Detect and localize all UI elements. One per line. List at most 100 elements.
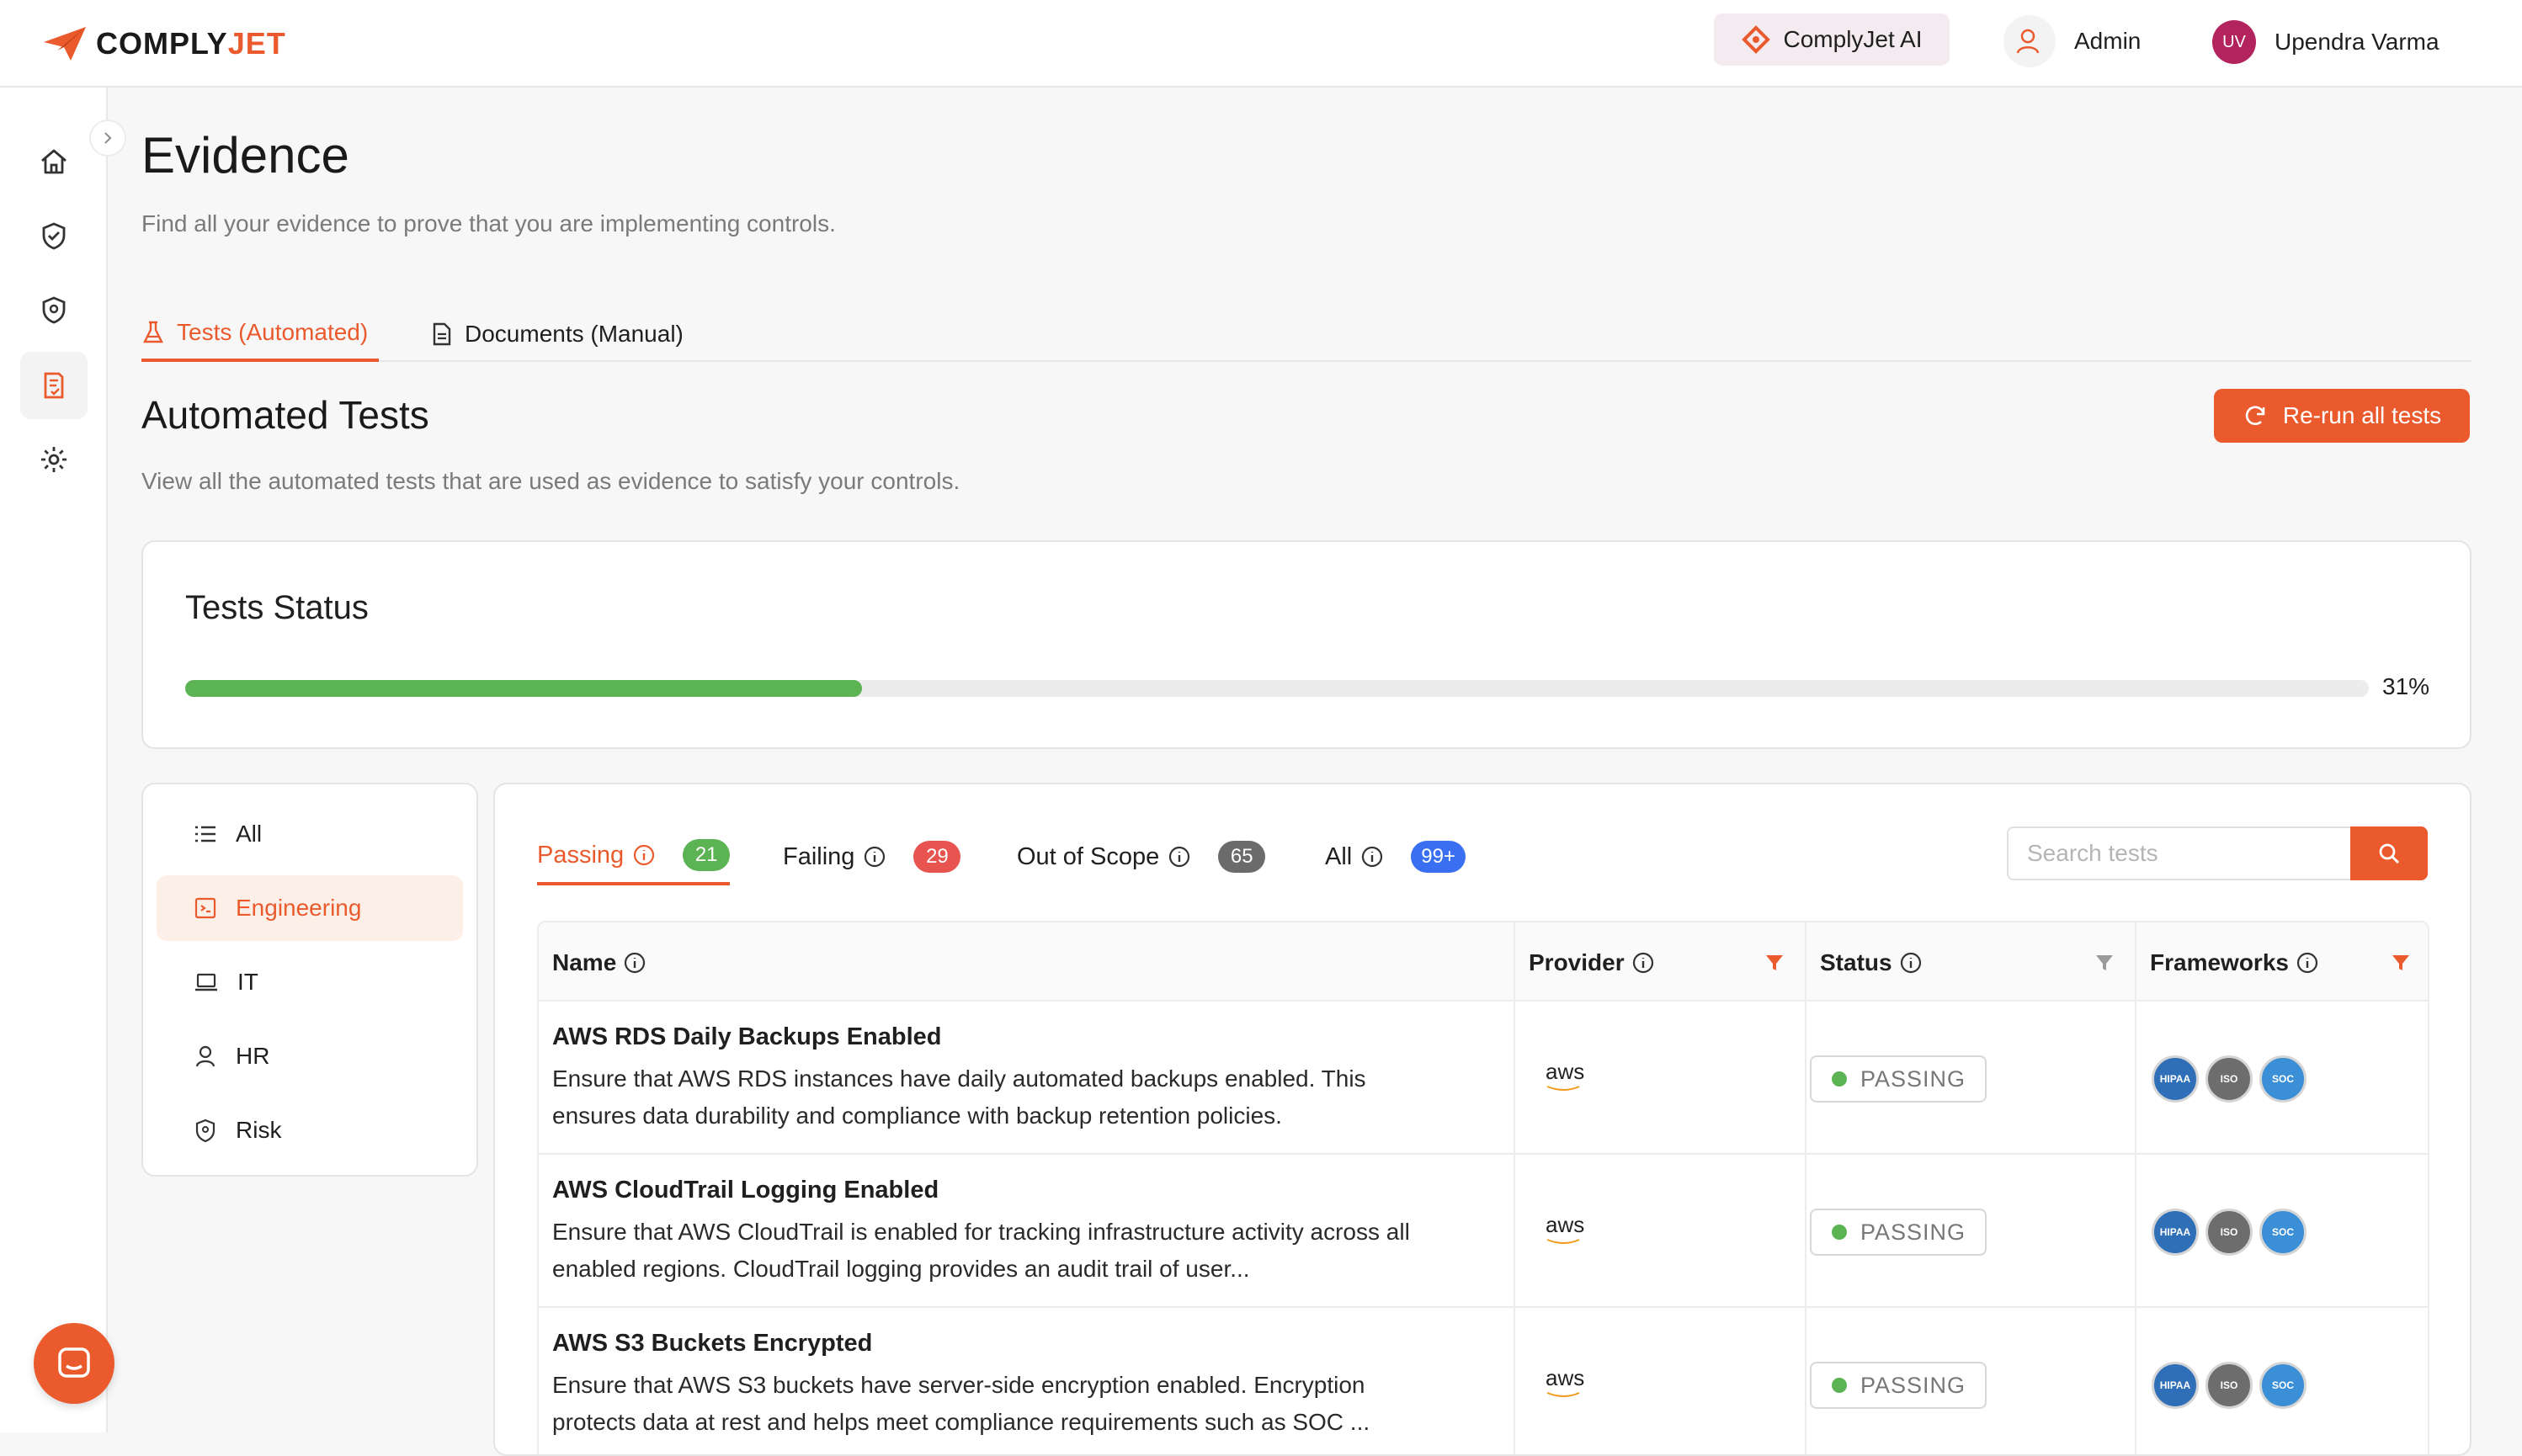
home-icon [41, 149, 67, 174]
soc-badge-icon: SOC [2259, 1362, 2307, 1409]
aws-provider-logo: aws [1546, 1212, 1584, 1245]
test-name[interactable]: AWS CloudTrail Logging Enabled [552, 1177, 939, 1204]
status-filter-icon[interactable] [2094, 953, 2115, 973]
user-menu[interactable]: UV Upendra Varma [2212, 19, 2440, 66]
category-list: All Engineering IT HR Risk [141, 783, 478, 1177]
gear-icon [41, 447, 67, 472]
iso-badge-icon: ISO [2205, 1362, 2253, 1409]
hipaa-badge-icon: HIPAA [2152, 1055, 2199, 1103]
admin-avatar [2003, 15, 2056, 67]
tests-status-title: Tests Status [185, 589, 369, 626]
rerun-all-tests-button[interactable]: Re-run all tests [2214, 389, 2470, 443]
column-frameworks[interactable]: Frameworks [2150, 922, 2319, 1003]
document-icon [433, 322, 451, 346]
table-row[interactable]: AWS RDS Daily Backups Enabled Ensure tha… [537, 1002, 2429, 1155]
iso-badge-icon: ISO [2205, 1209, 2253, 1256]
status-badge: PASSING [1810, 1055, 1987, 1103]
category-engineering[interactable]: Engineering [157, 875, 463, 941]
info-icon [625, 952, 646, 974]
sidebar-item-settings[interactable] [20, 426, 88, 493]
filter-label: All [1325, 842, 1353, 870]
search-tests-input[interactable] [2007, 826, 2354, 880]
top-bar: COMPLYJET ComplyJet AI Admin UV Upendra … [0, 0, 2522, 88]
person-icon [195, 1045, 215, 1067]
shield-check-icon [42, 222, 66, 250]
test-description: Ensure that AWS RDS instances have daily… [552, 1065, 1366, 1129]
status-badge: PASSING [1810, 1209, 1987, 1256]
admin-menu[interactable]: Admin [2003, 15, 2141, 67]
sidebar-item-home[interactable] [20, 128, 88, 195]
info-icon [1169, 846, 1190, 868]
frameworks-filter-icon[interactable] [2391, 953, 2411, 973]
user-name: Upendra Varma [2275, 29, 2440, 55]
sidebar-item-controls[interactable] [20, 202, 88, 269]
failing-count-badge: 29 [913, 841, 961, 873]
complyjet-ai-button[interactable]: ComplyJet AI [1714, 13, 1950, 66]
info-icon [2296, 952, 2318, 974]
search-icon [2379, 843, 2400, 864]
test-name[interactable]: AWS RDS Daily Backups Enabled [552, 1023, 942, 1051]
ai-button-label: ComplyJet AI [1783, 26, 1923, 52]
hipaa-badge-icon: HIPAA [2152, 1362, 2199, 1409]
filter-tab-out-of-scope[interactable]: Out of Scope 65 [1017, 828, 1266, 885]
category-label: Engineering [236, 895, 362, 921]
test-description: Ensure that AWS CloudTrail is enabled fo… [552, 1219, 1410, 1282]
info-icon [1900, 952, 1921, 974]
sidebar [0, 88, 108, 1432]
tests-status-card: Tests Status 31% [141, 540, 2471, 749]
soc-badge-icon: SOC [2259, 1209, 2307, 1256]
status-dot [1832, 1071, 1847, 1087]
aws-provider-logo: aws [1546, 1059, 1584, 1092]
chat-icon [58, 1347, 90, 1378]
laptop-icon [195, 973, 217, 991]
page-subtitle: Find all your evidence to prove that you… [141, 210, 836, 236]
category-it[interactable]: IT [157, 949, 463, 1015]
shield-icon [195, 1119, 215, 1143]
table-header: Name Provider Status Frameworks [537, 921, 2429, 1002]
provider-filter-icon[interactable] [1764, 953, 1785, 973]
status-badge: PASSING [1810, 1362, 1987, 1409]
filter-tab-passing[interactable]: Passing 21 [537, 828, 731, 885]
info-icon [1632, 952, 1653, 974]
tab-tests-automated[interactable]: Tests (Automated) [141, 306, 379, 362]
sidebar-expand-button[interactable] [89, 120, 126, 157]
tab-label: Tests (Automated) [177, 319, 369, 345]
filter-label: Passing [537, 841, 625, 869]
aws-provider-logo: aws [1546, 1365, 1584, 1398]
code-icon [194, 897, 216, 919]
table-row[interactable]: AWS CloudTrail Logging Enabled Ensure th… [537, 1155, 2429, 1308]
test-name[interactable]: AWS S3 Buckets Encrypted [552, 1330, 872, 1358]
tab-documents-manual[interactable]: Documents (Manual) [431, 306, 684, 362]
refresh-icon [2245, 406, 2265, 426]
table-row[interactable]: AWS S3 Buckets Encrypted Ensure that AWS… [537, 1308, 2429, 1454]
out-of-scope-count-badge: 65 [1218, 841, 1266, 873]
category-label: IT [237, 969, 258, 995]
all-count-badge: 99+ [1411, 841, 1466, 873]
complyjet-logo[interactable]: COMPLYJET [42, 20, 286, 67]
admin-person-icon [2016, 29, 2040, 54]
logo-text: COMPLYJET [96, 26, 286, 61]
soc-badge-icon: SOC [2259, 1055, 2307, 1103]
tab-label: Documents (Manual) [465, 321, 684, 347]
search-button[interactable] [2350, 826, 2428, 880]
tests-progress-fill [185, 680, 863, 697]
category-label: Risk [236, 1117, 282, 1143]
category-risk[interactable]: Risk [157, 1097, 463, 1163]
section-title: Automated Tests [141, 393, 429, 437]
filter-tab-failing[interactable]: Failing 29 [783, 828, 961, 885]
column-status[interactable]: Status [1820, 922, 1923, 1003]
filter-tab-all[interactable]: All 99+ [1325, 828, 1466, 885]
test-description: Ensure that AWS S3 buckets have server-s… [552, 1372, 1370, 1435]
sidebar-item-policies[interactable] [20, 276, 88, 343]
category-hr[interactable]: HR [157, 1023, 463, 1089]
column-name[interactable]: Name [552, 922, 646, 1003]
sidebar-item-evidence[interactable] [20, 352, 88, 419]
user-avatar: UV [2212, 20, 2256, 64]
support-chat-button[interactable] [34, 1323, 114, 1404]
category-all[interactable]: All [157, 801, 463, 867]
tests-progress-bar [185, 680, 2369, 697]
column-provider[interactable]: Provider [1529, 922, 1655, 1003]
tests-table: Name Provider Status Frameworks AWS RDS … [537, 921, 2429, 1454]
status-dot [1832, 1378, 1847, 1393]
info-icon [865, 846, 886, 868]
